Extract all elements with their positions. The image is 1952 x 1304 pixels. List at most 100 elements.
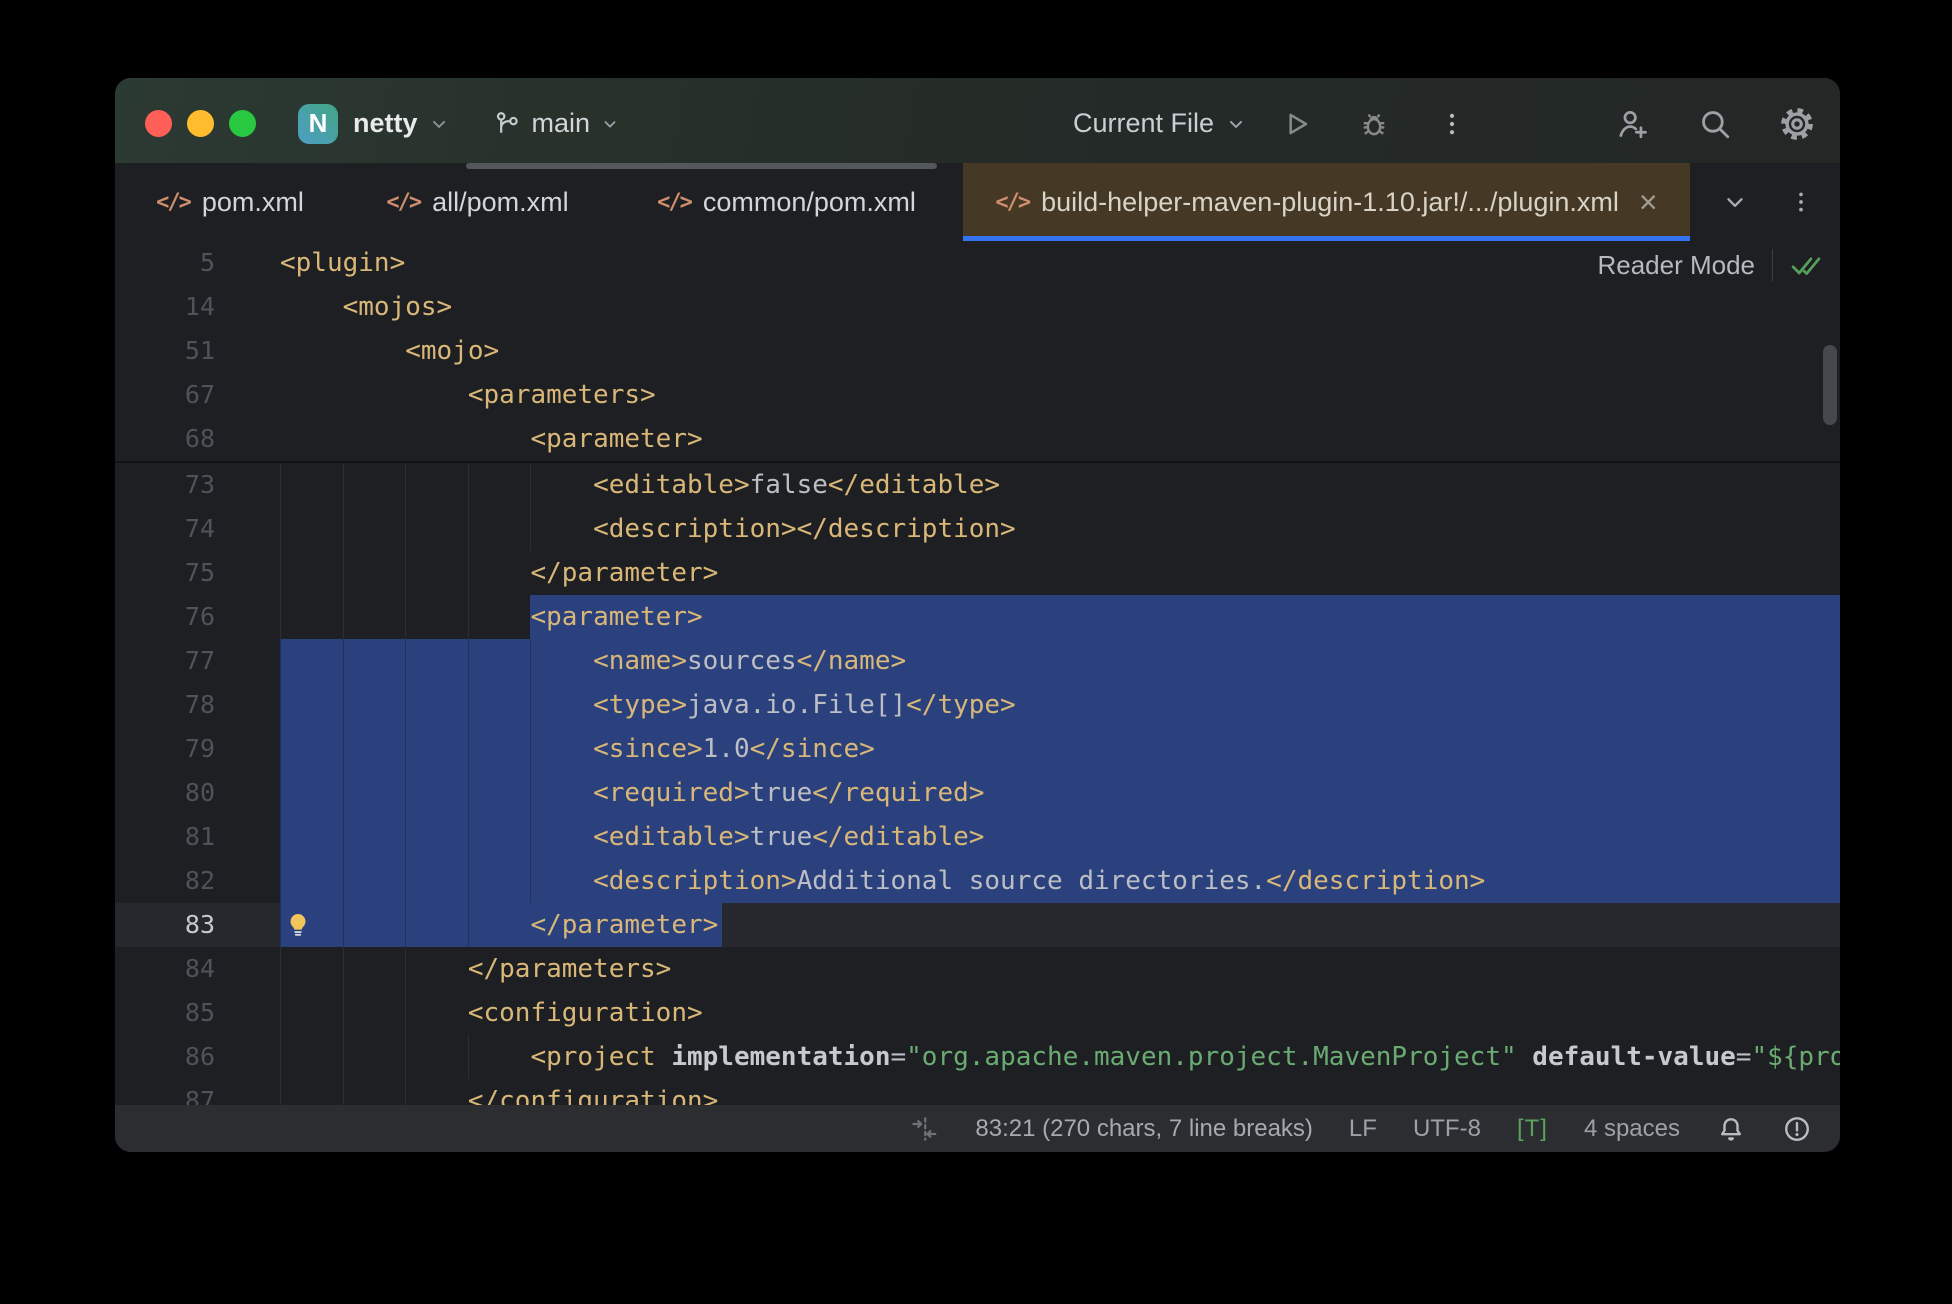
search-everywhere-icon[interactable] [1698, 107, 1732, 141]
line-number[interactable]: 5 [115, 241, 215, 285]
intention-lightbulb-icon[interactable] [284, 911, 312, 939]
code-line[interactable]: 77 <name>sources</name> [115, 639, 1840, 683]
indent-guide [468, 595, 469, 639]
code-area[interactable]: 73<editable>false</editable>74<descripti… [115, 463, 1840, 1105]
indent-guide [343, 903, 344, 947]
code-line[interactable]: 83</parameter> [115, 903, 1840, 947]
project-icon[interactable]: N [298, 104, 338, 144]
settings-gear-icon[interactable] [1780, 107, 1814, 141]
hidden-tabs-chevron-down-icon[interactable] [1722, 189, 1748, 215]
editor-tab[interactable]: </>common/pom.xml [610, 163, 963, 241]
line-number[interactable]: 75 [115, 551, 215, 595]
tab-label: common/pom.xml [703, 187, 916, 218]
sticky-code-line[interactable]: 51<mojo> [115, 329, 1840, 373]
line-number[interactable]: 80 [115, 771, 215, 815]
run-button[interactable] [1280, 108, 1312, 140]
line-number[interactable]: 81 [115, 815, 215, 859]
code-with-me-icon[interactable] [1616, 107, 1650, 141]
code-line[interactable]: 74<description></description> [115, 507, 1840, 551]
minimize-window-button[interactable] [187, 110, 214, 137]
tab-strip-scrollbar[interactable] [466, 163, 937, 169]
indent-guide [280, 507, 281, 551]
indent-guide [405, 991, 406, 1035]
caret-position-widget[interactable]: 83:21 (270 chars, 7 line breaks) [975, 1115, 1313, 1143]
editor-tab[interactable]: </>build-helper-maven-plugin-1.10.jar!/.… [963, 163, 1690, 241]
sticky-code-line[interactable]: 14<mojos> [115, 285, 1840, 329]
editor-scrollbar-thumb[interactable] [1823, 345, 1837, 425]
code-line[interactable]: 81<editable>true</editable> [115, 815, 1840, 859]
project-chevron-down-icon[interactable] [429, 114, 449, 134]
selection-highlight [280, 639, 1840, 683]
code-text: <name>sources</name> [593, 639, 906, 683]
code-text: <type>java.io.File[]</type> [593, 683, 1016, 727]
code-line[interactable]: 73<editable>false</editable> [115, 463, 1840, 507]
tab-options-kebab-icon[interactable] [1788, 189, 1814, 215]
line-number[interactable]: 85 [115, 991, 215, 1035]
line-separator-widget[interactable]: LF [1349, 1115, 1377, 1143]
selection-highlight [280, 771, 1840, 815]
indent-guide [468, 903, 469, 947]
encoding-widget[interactable]: UTF-8 [1413, 1115, 1481, 1143]
line-number[interactable]: 87 [115, 1079, 215, 1105]
code-line[interactable]: 75</parameter> [115, 551, 1840, 595]
soft-wrap-indicator-icon[interactable] [909, 1114, 939, 1144]
line-number[interactable]: 84 [115, 947, 215, 991]
sticky-code-line[interactable]: 67<parameters> [115, 373, 1840, 417]
reader-mode-widget[interactable]: Reader Mode [1597, 249, 1822, 281]
line-number[interactable]: 14 [115, 285, 215, 329]
editor-tab[interactable]: </>pom.xml [115, 163, 345, 241]
xml-file-icon: </> [386, 190, 420, 215]
indent-guide [343, 727, 344, 771]
indent-guide [280, 991, 281, 1035]
tab-strip: </>pom.xml</>all/pom.xml</>common/pom.xm… [115, 163, 1690, 241]
editor-tab[interactable]: </>all/pom.xml [345, 163, 610, 241]
notifications-bell-icon[interactable] [1716, 1114, 1746, 1144]
line-number[interactable]: 73 [115, 463, 215, 507]
indent-guide [405, 727, 406, 771]
zoom-window-button[interactable] [229, 110, 256, 137]
line-number[interactable]: 86 [115, 1035, 215, 1079]
branch-chevron-down-icon [601, 115, 619, 133]
branch-name: main [532, 108, 591, 139]
line-number[interactable]: 82 [115, 859, 215, 903]
code-line[interactable]: 80<required>true</required> [115, 771, 1840, 815]
line-number[interactable]: 83 [115, 903, 215, 947]
project-name[interactable]: netty [353, 108, 418, 139]
code-line[interactable]: 87</configuration> [115, 1079, 1840, 1105]
reader-mode-divider [1772, 249, 1773, 281]
indent-guide [280, 859, 281, 903]
line-number[interactable]: 76 [115, 595, 215, 639]
line-number[interactable]: 68 [115, 417, 215, 461]
vcs-branch-widget[interactable]: main [493, 108, 620, 139]
line-number[interactable]: 78 [115, 683, 215, 727]
more-actions-kebab-icon[interactable] [1438, 110, 1466, 138]
filetype-badge[interactable]: [T] [1517, 1115, 1548, 1143]
indent-guide [280, 683, 281, 727]
line-number[interactable]: 67 [115, 373, 215, 417]
debug-button[interactable] [1358, 108, 1390, 140]
line-number[interactable]: 51 [115, 329, 215, 373]
close-window-button[interactable] [145, 110, 172, 137]
indent-guide [468, 639, 469, 683]
code-line[interactable]: 86<project implementation="org.apache.ma… [115, 1035, 1840, 1079]
indent-style-widget[interactable]: 4 spaces [1584, 1115, 1680, 1143]
inspections-ok-check-icon[interactable] [1790, 251, 1822, 279]
code-line[interactable]: 76<parameter> [115, 595, 1840, 639]
line-number[interactable]: 79 [115, 727, 215, 771]
code-line[interactable]: 78 <type>java.io.File[]</type> [115, 683, 1840, 727]
code-line[interactable]: 85<configuration> [115, 991, 1840, 1035]
close-tab-icon[interactable]: × [1639, 186, 1658, 218]
code-line[interactable]: 84</parameters> [115, 947, 1840, 991]
sticky-code-line[interactable]: 68<parameter> [115, 417, 1840, 461]
indent-guide [468, 683, 469, 727]
line-number[interactable]: 74 [115, 507, 215, 551]
code-line[interactable]: 82<description>Additional source directo… [115, 859, 1840, 903]
code-line[interactable]: 79<since>1.0</since> [115, 727, 1840, 771]
sticky-code-line[interactable]: 5<plugin> [115, 241, 1840, 285]
inspection-status-icon[interactable] [1782, 1114, 1812, 1144]
indent-guide [280, 947, 281, 991]
run-configuration-selector[interactable]: Current File [1073, 108, 1246, 139]
editor-area[interactable]: 5<plugin>14<mojos>51<mojo>67<parameters>… [115, 241, 1840, 1105]
sticky-lines-panel: 5<plugin>14<mojos>51<mojo>67<parameters>… [115, 241, 1840, 463]
line-number[interactable]: 77 [115, 639, 215, 683]
